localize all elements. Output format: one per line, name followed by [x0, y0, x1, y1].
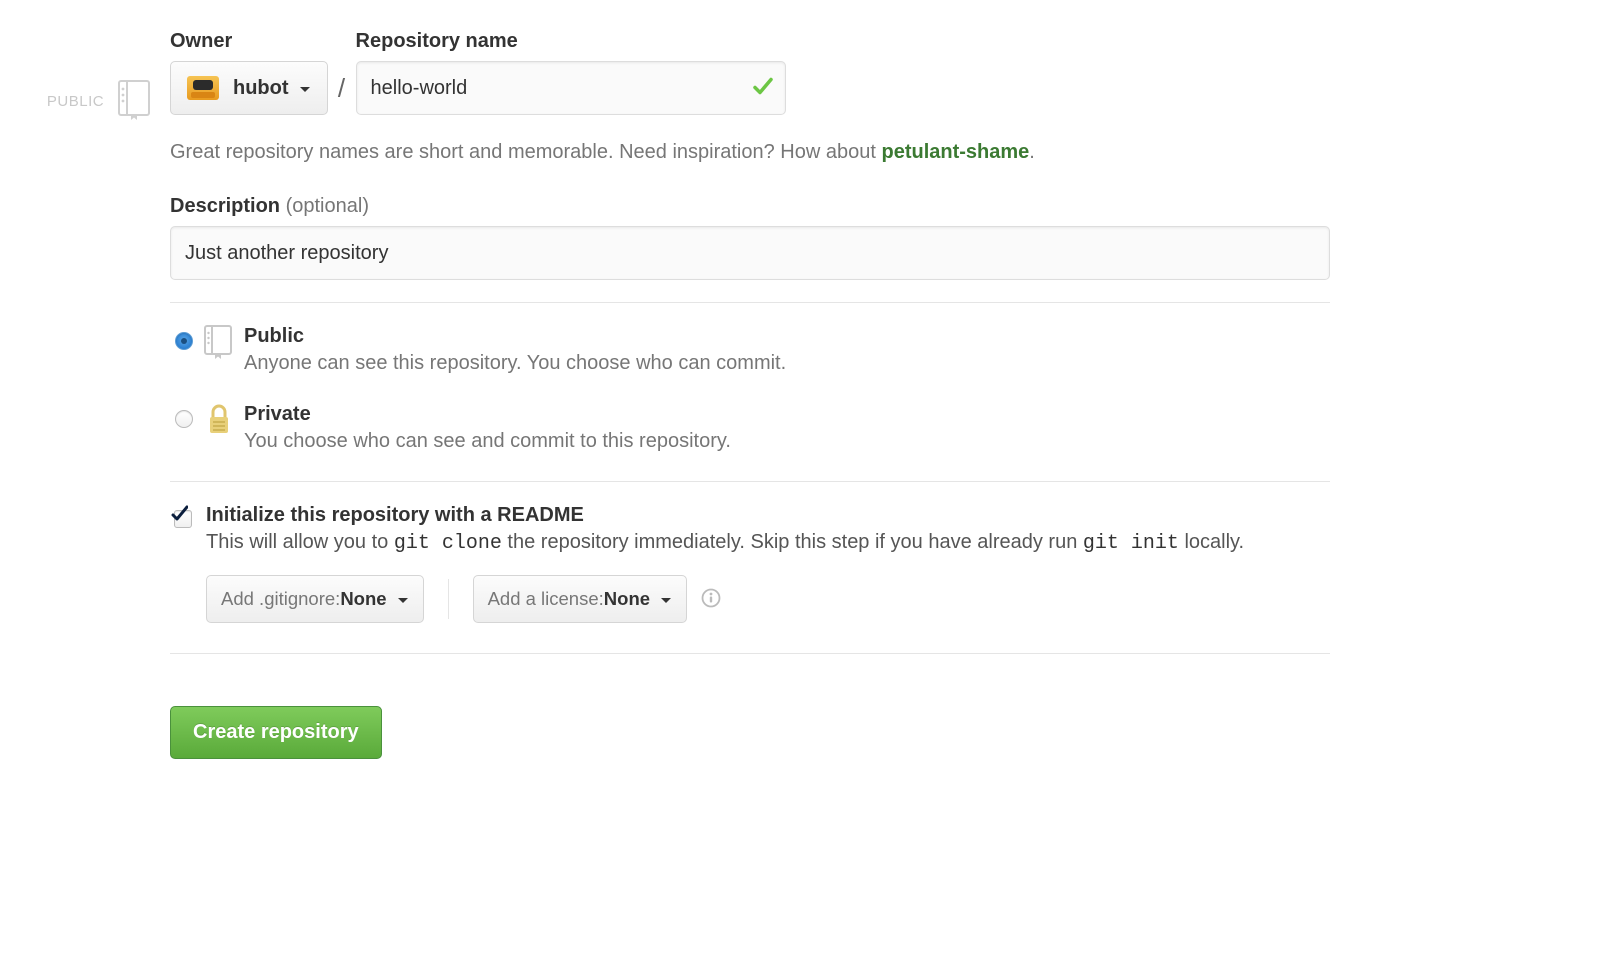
visibility-private-title: Private	[244, 403, 731, 426]
license-select-button[interactable]: Add a license: None	[473, 575, 687, 623]
visibility-public-radio[interactable]	[175, 332, 193, 350]
description-optional: (optional)	[286, 195, 369, 217]
owner-selected-name: hubot	[233, 77, 289, 100]
description-input[interactable]	[170, 226, 1330, 280]
help-prefix: Great repository names are short and mem…	[170, 141, 881, 163]
repo-name-help: Great repository names are short and mem…	[170, 137, 1330, 167]
visibility-private-desc: You choose who can see and commit to thi…	[244, 430, 731, 453]
divider	[170, 481, 1330, 482]
divider	[170, 653, 1330, 654]
info-icon[interactable]	[701, 588, 721, 611]
owner-label: Owner	[170, 30, 328, 53]
readme-desc-after: locally.	[1179, 531, 1244, 553]
owner-repo-separator: /	[328, 35, 356, 115]
help-suffix: .	[1029, 141, 1035, 163]
visibility-public-title: Public	[244, 325, 786, 348]
gutter-public-label: PUBLIC	[47, 93, 104, 110]
init-readme-title: Initialize this repository with a README	[206, 504, 1244, 527]
repo-name-input[interactable]	[356, 61, 786, 115]
check-icon	[752, 76, 774, 101]
gitignore-value: None	[340, 588, 386, 610]
repo-name-label: Repository name	[356, 30, 786, 53]
suggested-name-link[interactable]: petulant-shame	[881, 141, 1029, 163]
license-label: Add a license:	[488, 588, 604, 610]
caret-down-icon	[299, 77, 311, 100]
gitignore-label: Add .gitignore:	[221, 588, 340, 610]
readme-desc-before: This will allow you to	[206, 531, 394, 553]
create-repository-button[interactable]: Create repository	[170, 706, 382, 759]
owner-select-button[interactable]: hubot	[170, 61, 328, 115]
code-git-init: git init	[1083, 532, 1179, 555]
init-readme-checkbox[interactable]	[174, 510, 192, 528]
license-value: None	[604, 588, 650, 610]
readme-desc-mid: the repository immediately. Skip this st…	[502, 531, 1083, 553]
public-repo-icon	[204, 325, 244, 362]
caret-down-icon	[397, 588, 409, 610]
gitignore-select-button[interactable]: Add .gitignore: None	[206, 575, 424, 623]
caret-down-icon	[660, 588, 672, 610]
code-git-clone: git clone	[394, 532, 502, 555]
divider	[170, 302, 1330, 303]
owner-avatar-icon	[187, 76, 219, 100]
description-label-text: Description	[170, 195, 280, 217]
visibility-public-desc: Anyone can see this repository. You choo…	[244, 352, 786, 375]
lock-icon	[204, 403, 244, 440]
divider	[448, 579, 449, 619]
description-label: Description (optional)	[170, 195, 1330, 218]
visibility-private-radio[interactable]	[175, 410, 193, 428]
repo-icon	[118, 80, 152, 123]
init-readme-desc: This will allow you to git clone the rep…	[206, 531, 1244, 555]
